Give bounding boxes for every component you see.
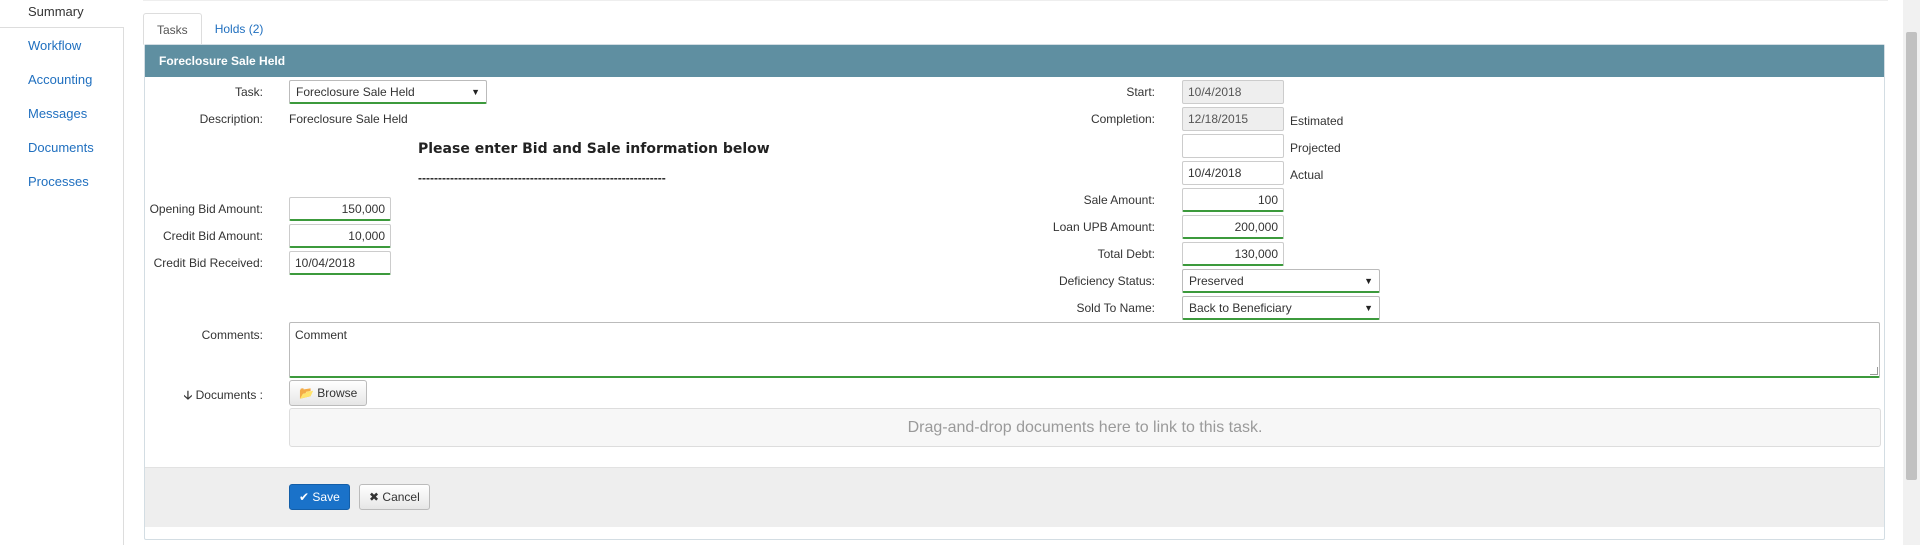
estimated-label: Estimated — [1290, 114, 1344, 128]
completion-estimated-field — [1182, 107, 1284, 131]
browse-button-label: Browse — [317, 386, 358, 400]
loan-upb-input[interactable] — [1182, 215, 1284, 239]
arrow-down-icon: 🡣 — [183, 388, 193, 402]
description-label: Description: — [199, 112, 263, 126]
sidebar-item-label: Accounting — [28, 72, 93, 87]
task-select-value: Foreclosure Sale Held — [296, 85, 415, 99]
loan-upb-label: Loan UPB Amount: — [1052, 220, 1155, 234]
opening-bid-input[interactable] — [289, 197, 391, 221]
deficiency-status-value: Preserved — [1189, 274, 1244, 288]
credit-bid-input[interactable] — [289, 224, 391, 248]
sold-to-select[interactable]: Back to Beneficiary ▼ — [1182, 296, 1380, 320]
projected-date-input[interactable] — [1182, 134, 1284, 158]
projected-label: Projected — [1290, 141, 1341, 155]
sidebar-item-workflow[interactable]: Workflow — [0, 34, 123, 68]
resize-handle-icon[interactable] — [1870, 367, 1878, 375]
task-panel: Foreclosure Sale Held Task: Foreclosure … — [144, 44, 1885, 540]
sidebar-item-label: Documents — [28, 140, 94, 155]
comments-label: Comments: — [201, 328, 263, 342]
comments-textarea[interactable]: Comment — [289, 322, 1880, 378]
task-label: Task: — [234, 85, 263, 99]
credit-bid-label: Credit Bid Amount: — [162, 229, 263, 243]
actual-label: Actual — [1290, 168, 1324, 182]
sidebar-item-label: Processes — [28, 174, 89, 189]
credit-bid-received-input[interactable] — [289, 251, 391, 275]
sidebar-item-label: Messages — [28, 106, 88, 121]
sidebar-item-messages[interactable]: Messages — [0, 102, 123, 136]
documents-label: 🡣 Documents : — [145, 386, 263, 407]
section-divider: ----------------------------------------… — [418, 171, 666, 185]
save-button[interactable]: ✔ Save — [289, 484, 350, 510]
start-date-field — [1182, 80, 1284, 104]
deficiency-status-label: Deficiency Status: — [1058, 274, 1155, 288]
chevron-down-icon: ▼ — [1364, 276, 1373, 286]
completion-label: Completion: — [1090, 112, 1155, 126]
description-value: Foreclosure Sale Held — [289, 112, 408, 126]
panel-footer: ✔ Save ✖ Cancel — [145, 467, 1884, 527]
sale-amount-input[interactable] — [1182, 188, 1284, 212]
documents-label-text: Documents : — [195, 388, 263, 402]
top-divider — [143, 0, 1888, 1]
total-debt-label: Total Debt: — [1097, 247, 1155, 261]
sidebar-item-summary[interactable]: Summary — [0, 0, 124, 28]
document-dropzone[interactable]: Drag-and-drop documents here to link to … — [289, 408, 1881, 447]
check-icon: ✔ — [299, 490, 310, 504]
task-select[interactable]: Foreclosure Sale Held ▼ — [289, 80, 487, 104]
section-heading: Please enter Bid and Sale information be… — [418, 141, 770, 157]
folder-icon: 📂 — [299, 386, 314, 400]
panel-title: Foreclosure Sale Held — [145, 45, 1884, 77]
tab-tasks[interactable]: Tasks — [143, 13, 202, 45]
sidebar-item-documents[interactable]: Documents — [0, 136, 123, 170]
browse-button[interactable]: 📂 Browse — [289, 380, 368, 406]
sold-to-label: Sold To Name: — [1076, 301, 1156, 315]
chevron-down-icon: ▼ — [1364, 303, 1373, 313]
close-icon: ✖ — [369, 490, 380, 504]
total-debt-input[interactable] — [1182, 242, 1284, 266]
save-button-label: Save — [312, 490, 340, 504]
comments-text: Comment — [295, 328, 348, 342]
sale-amount-label: Sale Amount: — [1083, 193, 1155, 207]
sold-to-value: Back to Beneficiary — [1189, 301, 1292, 315]
start-label: Start: — [1126, 85, 1155, 99]
actual-date-input[interactable] — [1182, 161, 1284, 185]
sidebar-nav: Summary Workflow Accounting Messages Doc… — [0, 0, 124, 545]
chevron-down-icon: ▼ — [471, 87, 480, 97]
sidebar-item-label: Workflow — [28, 38, 82, 53]
cancel-button-label: Cancel — [382, 490, 420, 504]
sidebar-item-processes[interactable]: Processes — [0, 170, 123, 204]
deficiency-status-select[interactable]: Preserved ▼ — [1182, 269, 1380, 293]
scrollbar-thumb[interactable] — [1906, 32, 1917, 480]
sidebar-item-label: Summary — [28, 4, 84, 19]
sidebar-item-accounting[interactable]: Accounting — [0, 68, 123, 102]
cancel-button[interactable]: ✖ Cancel — [359, 484, 430, 510]
tab-bar: Tasks Holds (2) — [143, 13, 276, 45]
opening-bid-label: Opening Bid Amount: — [149, 202, 263, 216]
tab-holds[interactable]: Holds (2) — [202, 13, 277, 45]
credit-bid-received-label: Credit Bid Received: — [153, 256, 263, 270]
vertical-scrollbar[interactable] — [1903, 0, 1920, 545]
